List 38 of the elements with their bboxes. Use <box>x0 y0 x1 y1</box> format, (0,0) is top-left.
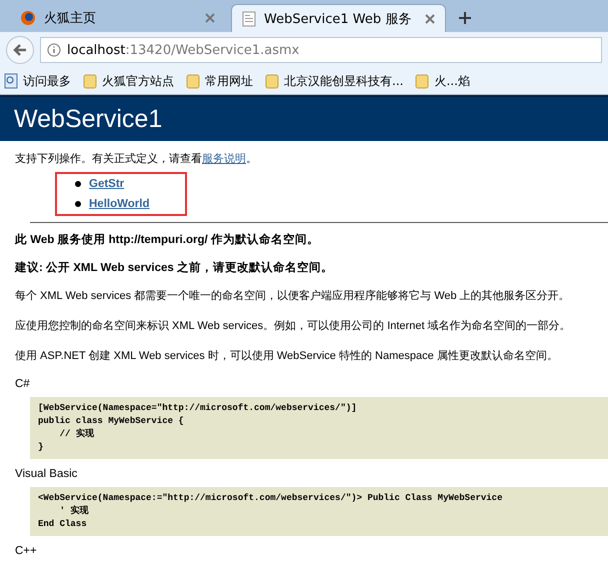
folder-icon <box>186 73 200 89</box>
operation-link[interactable]: GetStr <box>89 178 124 190</box>
bookmark-item[interactable]: 常用网址 <box>186 72 253 90</box>
close-icon[interactable] <box>425 14 435 24</box>
bullet-icon <box>75 201 81 207</box>
browser-tab[interactable]: 火狐主页 <box>10 4 225 32</box>
list-icon <box>4 73 18 89</box>
address-bar[interactable]: localhost:13420/WebService1.asmx <box>40 37 602 63</box>
namespace-note: 此 Web 服务使用 http://tempuri.org/ 作为默认命名空间。 <box>15 232 320 247</box>
code-block: <WebService(Namespace:="http://microsoft.com/webservices/")> Public Class MyWebService ' 实现 End Class <box>30 487 608 536</box>
folder-icon <box>415 73 430 89</box>
operation-link[interactable]: HelloWorld <box>89 198 150 210</box>
code-block: [WebService(Namespace="http://microsoft.com/webservices/")] public class MyWebService { // 实现 } <box>30 397 608 459</box>
intro-text: 支持下列操作。有关正式定义，请查看服务说明。 <box>15 152 258 166</box>
back-arrow-icon <box>13 43 27 57</box>
new-tab-icon[interactable] <box>458 11 472 25</box>
folder-icon <box>265 73 279 89</box>
language-label: C# <box>15 378 31 390</box>
service-description-link[interactable]: 服务说明 <box>202 153 246 165</box>
paragraph: 每个 XML Web services 都需要一个唯一的命名空间，以便客户端应用程序能够将它与 Web 上的其他服务区分开。 <box>15 288 571 303</box>
page-title: WebService1 <box>14 104 162 134</box>
namespace-note: 建议: 公开 XML Web services 之前，请更改默认命名空间。 <box>15 260 334 275</box>
browser-tab[interactable]: WebService1 Web 服务 <box>231 4 446 32</box>
url-text: localhost:13420/WebService1.asmx <box>67 42 300 58</box>
language-label: C++ <box>15 545 38 557</box>
info-icon <box>47 43 61 57</box>
bookmark-item[interactable]: 火...焰 <box>415 72 470 90</box>
language-label: Visual Basic <box>15 468 78 480</box>
bookmark-item[interactable]: 北京汉能创昱科技有... <box>265 72 404 90</box>
folder-icon <box>83 73 97 89</box>
paragraph: 使用 ASP.NET 创建 XML Web services 时，可以使用 WebService 特性的 Namespace 属性更改默认命名空间。 <box>15 348 559 363</box>
firefox-icon <box>20 10 36 26</box>
paragraph: 应使用您控制的命名空间来标识 XML Web services。例如，可以使用公司的 Internet 域名作为命名空间的一部分。 <box>15 318 572 333</box>
back-button[interactable] <box>6 36 34 64</box>
page-icon <box>242 10 256 26</box>
bullet-icon <box>75 181 81 187</box>
bookmark-item[interactable]: 火狐官方站点 <box>83 72 174 90</box>
bookmark-item[interactable]: 访问最多 <box>4 72 71 90</box>
